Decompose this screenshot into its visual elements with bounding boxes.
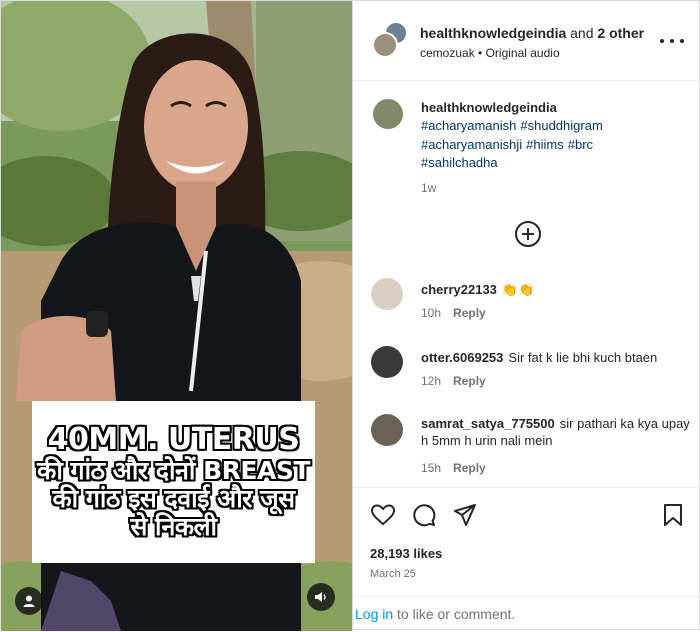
author-avatar[interactable]	[372, 32, 398, 58]
reply-button[interactable]: Reply	[453, 461, 486, 475]
comment-time[interactable]: 10h	[421, 306, 441, 320]
comment-icon[interactable]	[411, 502, 437, 528]
video-caption-card: 40MM. UTERUS की गांठ और दोनों BREAST की …	[32, 401, 315, 563]
post-video[interactable]: 40MM. UTERUS की गांठ और दोनों BREAST की …	[1, 1, 352, 631]
comment-item: cherry22133 👏👏 10h Reply	[353, 278, 700, 338]
comment-item: otter.6069253 Sir fat k lie bhi kuch btae…	[353, 346, 700, 406]
caption-username-link[interactable]: healthknowledgeindia	[421, 100, 557, 115]
comment-time[interactable]: 15h	[421, 461, 441, 475]
load-more-comments-button[interactable]	[515, 221, 541, 247]
caption-line-2: की गांठ और दोनों BREAST	[37, 455, 310, 485]
comment-time[interactable]: 12h	[421, 374, 441, 388]
post-date[interactable]: March 25	[370, 568, 416, 580]
post-authors: healthknowledgeindia and 2 other	[420, 25, 644, 41]
comment-item: samrat_satya_775500 sir pathari ka kya up…	[353, 414, 700, 475]
collaborator-username-link[interactable]: cemozuak	[420, 46, 475, 60]
caption-hashtags: #acharyamanish #shuddhigram #acharyamanis…	[421, 117, 681, 173]
caption-timestamp[interactable]: 1w	[421, 181, 436, 195]
heart-icon[interactable]	[370, 502, 396, 528]
caption-line-4: से निकली	[130, 511, 217, 541]
hashtag-link[interactable]: #acharyamanish	[421, 118, 516, 133]
hashtag-link[interactable]: #sahilchadha	[421, 155, 498, 170]
user-tag-button[interactable]	[15, 587, 43, 615]
comment-text-line: cherry22133 👏👏	[421, 281, 691, 298]
post-actions: 28,193 likes March 25 Log in to like or …	[353, 487, 700, 631]
post-header: healthknowledgeindia and 2 other cemozua…	[353, 1, 700, 81]
speaker-icon	[315, 592, 326, 602]
caption-line-1: 40MM. UTERUS	[47, 422, 300, 458]
comment-text: Sir fat k lie bhi kuch btaen	[508, 350, 658, 365]
commenter-username-link[interactable]: samrat_satya_775500	[421, 416, 555, 431]
post-details-panel: healthknowledgeindia and 2 other cemozua…	[352, 1, 700, 631]
bookmark-icon[interactable]	[660, 502, 686, 528]
caption-author-avatar[interactable]	[373, 99, 403, 129]
comment-text-line: samrat_satya_775500 sir pathari ka kya up…	[421, 415, 691, 449]
comment-meta: 10h Reply	[421, 306, 486, 320]
caption-line-3: की गांठ इस दवाई और जूस	[52, 483, 295, 513]
user-tag-icon	[23, 595, 35, 607]
commenter-avatar[interactable]	[371, 346, 403, 378]
reply-button[interactable]: Reply	[453, 374, 486, 388]
other-collaborators-link[interactable]: 2 other	[597, 25, 644, 41]
comment-meta: 12h Reply	[421, 374, 486, 388]
commenter-username-link[interactable]: cherry22133	[421, 282, 497, 297]
load-more-comments-icon	[522, 228, 534, 240]
subtitle-separator: •	[474, 46, 486, 60]
and-text: and	[566, 25, 598, 41]
audio-toggle-button[interactable]	[307, 583, 335, 611]
share-icon[interactable]	[452, 502, 478, 528]
login-prompt-text: to like or comment.	[393, 606, 516, 622]
post-dialog: 40MM. UTERUS की गांठ और दोनों BREAST की …	[0, 0, 700, 631]
commenter-avatar[interactable]	[371, 414, 403, 446]
login-link[interactable]: Log in	[355, 606, 393, 622]
post-subtitle: cemozuak • Original audio	[420, 46, 560, 60]
commenter-avatar[interactable]	[371, 278, 403, 310]
comment-meta: 15h Reply	[421, 461, 486, 475]
original-audio-link[interactable]: Original audio	[486, 46, 560, 60]
hashtag-link[interactable]: #shuddhigram	[520, 118, 602, 133]
login-prompt: Log in to like or comment.	[353, 596, 700, 632]
likes-count[interactable]: 28,193 likes	[370, 546, 442, 561]
hashtag-link[interactable]: #acharyamanishji	[421, 137, 522, 152]
hashtag-link[interactable]: #brc	[568, 137, 593, 152]
reply-button[interactable]: Reply	[453, 306, 486, 320]
comment-text-line: otter.6069253 Sir fat k lie bhi kuch btae…	[421, 349, 691, 366]
commenter-username-link[interactable]: otter.6069253	[421, 350, 503, 365]
hashtag-link[interactable]: #hiims	[526, 137, 564, 152]
comment-text: 👏👏	[501, 282, 535, 297]
author-username-link[interactable]: healthknowledgeindia	[420, 25, 566, 41]
more-options-icon[interactable]	[660, 33, 684, 49]
